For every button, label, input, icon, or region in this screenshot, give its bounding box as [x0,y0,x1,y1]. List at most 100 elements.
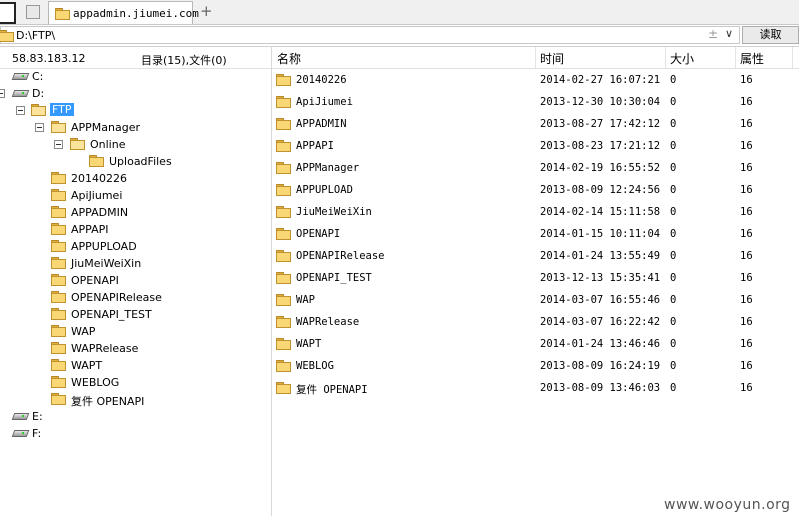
drive-icon [12,412,28,421]
row-time: 2013-08-09 12:24:56 [540,184,661,196]
table-row[interactable]: JiuMeiWeiXin 2014-02-14 15:11:58 0 16 [272,201,799,223]
table-row[interactable]: WAPRelease 2014-03-07 16:22:42 0 16 [272,311,799,333]
tree-item-label: WAP [71,325,96,338]
folder-icon [51,342,66,354]
folder-icon [276,360,291,372]
collapse-icon[interactable] [0,89,5,98]
folder-icon [276,184,291,196]
tree-item-appupload[interactable]: APPUPLOAD [0,238,271,255]
table-row[interactable]: WAPT 2014-01-24 13:46:46 0 16 [272,333,799,355]
tree-item-openapi-test[interactable]: OPENAPI_TEST [0,306,271,323]
window-icon[interactable] [0,2,16,24]
tab-title: appadmin.jiumei.com [73,7,199,20]
row-name: WAPRelease [296,316,360,328]
table-row[interactable]: APPUPLOAD 2013-08-09 12:24:56 0 16 [272,179,799,201]
tree-item-appadmin[interactable]: APPADMIN [0,204,271,221]
tab-active[interactable]: appadmin.jiumei.com [48,1,199,24]
row-time: 2013-08-09 16:24:19 [540,360,661,372]
table-row[interactable]: APPAPI 2013-08-23 17:21:12 0 16 [272,135,799,157]
column-divider[interactable] [735,47,736,68]
row-name: APPADMIN [296,118,347,130]
tree-item-apijiumei[interactable]: ApiJiumei [0,187,271,204]
table-row[interactable]: OPENAPI_TEST 2013-12-13 15:35:41 0 16 [272,267,799,289]
table-row[interactable]: WEBLOG 2013-08-09 16:24:19 0 16 [272,355,799,377]
tree-item-weblog[interactable]: WEBLOG [0,374,271,391]
tree-item-openapi[interactable]: OPENAPI [0,272,271,289]
tree-item-openapirelease[interactable]: OPENAPIRelease [0,289,271,306]
tree-item-label: D: [32,87,45,100]
folder-icon [276,272,291,284]
folder-icon [276,96,291,108]
tree-item-jiumeiweixin[interactable]: JiuMeiWeiXin [0,255,271,272]
column-name[interactable]: 名称 [277,50,301,68]
tree-item-label: APPAPI [71,223,109,236]
column-attr[interactable]: 属性 [740,50,764,68]
row-size: 0 [670,360,677,372]
tree-item-waprelease[interactable]: WAPRelease [0,340,271,357]
drive-icon [12,89,28,98]
tree-item-label: UploadFiles [109,155,172,168]
row-size: 0 [670,118,677,130]
tree-item-drive-c[interactable]: C: [0,68,271,85]
tree-item-appapi[interactable]: APPAPI [0,221,271,238]
row-time: 2014-02-27 16:07:21 [540,74,661,86]
folder-icon [276,162,291,174]
folder-icon [51,325,66,337]
tree-item-label: WEBLOG [71,376,120,389]
table-row[interactable]: 20140226 2014-02-27 16:07:21 0 16 [272,69,799,91]
row-size: 0 [670,250,677,262]
collapse-icon[interactable] [35,123,44,132]
path-bar: D:\FTP\ ± ∨ 读取 [0,25,799,47]
read-button[interactable]: 读取 [742,26,799,44]
row-name: APPAPI [296,140,334,152]
table-row[interactable]: ApiJiumei 2013-12-30 10:30:04 0 16 [272,91,799,113]
tree-item-copy-openapi[interactable]: 复件 OPENAPI [0,391,271,408]
row-size: 0 [670,338,677,350]
tree-item-online[interactable]: Online [0,136,271,153]
tree-item-drive-e[interactable]: E: [0,408,271,425]
folder-icon [55,8,70,20]
tree-item-wap[interactable]: WAP [0,323,271,340]
column-time[interactable]: 时间 [540,50,564,68]
table-row[interactable]: APPManager 2014-02-19 16:55:52 0 16 [272,157,799,179]
folder-icon [89,155,104,167]
path-input[interactable]: D:\FTP\ ± ∨ [0,26,740,44]
tree-item-20140226[interactable]: 20140226 [0,170,271,187]
folder-icon [51,359,66,371]
tree-item-wapt[interactable]: WAPT [0,357,271,374]
path-value: D:\FTP\ [16,29,56,42]
tree-item-ftp[interactable]: FTP [0,102,271,119]
table-row[interactable]: OPENAPI 2014-01-15 10:11:04 0 16 [272,223,799,245]
row-attr: 16 [740,206,753,218]
drive-icon [12,429,28,438]
tree-item-drive-f[interactable]: F: [0,425,271,442]
chevron-down-icon[interactable]: ∨ [725,27,733,40]
favorite-icon[interactable]: ± [708,27,718,41]
collapse-icon[interactable] [54,140,63,149]
table-row[interactable]: APPADMIN 2013-08-27 17:42:12 0 16 [272,113,799,135]
column-divider[interactable] [792,47,793,68]
directory-summary: 目录(15),文件(0) [141,54,227,67]
tree-item-uploadfiles[interactable]: UploadFiles [0,153,271,170]
row-size: 0 [670,228,677,240]
column-size[interactable]: 大小 [670,50,694,68]
table-row[interactable]: 复件 OPENAPI 2013-08-09 13:46:03 0 16 [272,377,799,399]
row-attr: 16 [740,184,753,196]
column-divider[interactable] [535,47,536,68]
collapse-icon[interactable] [16,106,25,115]
row-name: APPManager [296,162,360,174]
row-time: 2013-08-23 17:21:12 [540,140,661,152]
column-divider[interactable] [665,47,666,68]
row-size: 0 [670,74,677,86]
row-time: 2013-12-30 10:30:04 [540,96,661,108]
row-attr: 16 [740,382,753,394]
tree-item-label: E: [32,410,43,423]
blank-tab-icon[interactable] [26,5,40,19]
folder-icon [51,308,66,320]
table-row[interactable]: WAP 2014-03-07 16:55:46 0 16 [272,289,799,311]
add-tab-button[interactable]: + [200,3,213,19]
tree-item-label: JiuMeiWeiXin [71,257,142,270]
table-row[interactable]: OPENAPIRelease 2014-01-24 13:55:49 0 16 [272,245,799,267]
tree-item-appmanager[interactable]: APPManager [0,119,271,136]
tree-item-drive-d[interactable]: D: [0,85,271,102]
